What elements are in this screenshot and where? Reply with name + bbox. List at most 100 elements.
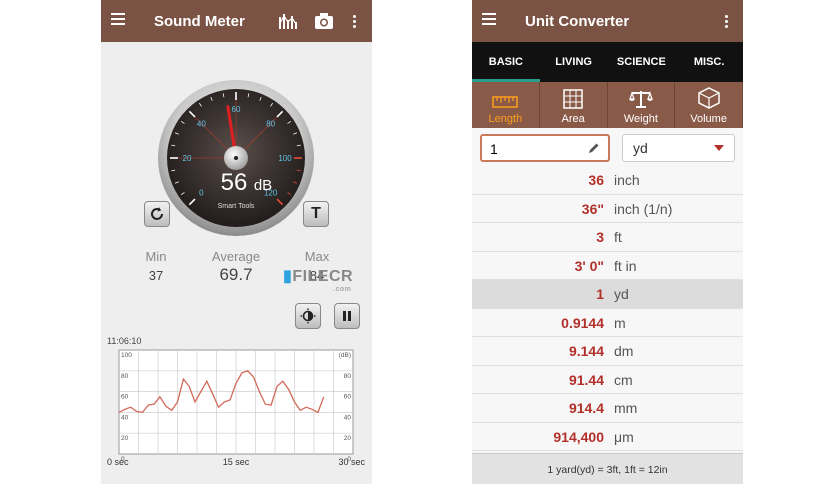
chart-settings-icon[interactable] — [277, 10, 299, 32]
app-title: Unit Converter — [525, 12, 630, 30]
average-value: 69.7 — [219, 265, 253, 284]
brightness-icon — [300, 308, 316, 324]
min-value: 37 — [148, 268, 164, 283]
average-label: Average — [211, 249, 261, 264]
category-volume[interactable]: Volume — [675, 82, 743, 128]
pencil-icon — [589, 143, 599, 153]
gauge-tick-label: 40 — [197, 119, 206, 128]
x-tick-label: 30 sec — [338, 457, 365, 467]
cube-icon — [697, 87, 720, 109]
unit-converter-screen: Unit Converter BASIC LIVING SCIENCE MISC… — [472, 0, 743, 484]
app-title: Sound Meter — [154, 12, 245, 30]
unit-select[interactable]: yd — [622, 134, 735, 162]
result-unit: μm — [614, 428, 634, 445]
unit-category-bar: Length Area Weight Volume — [472, 82, 743, 128]
gauge-tick-label: 100 — [278, 154, 292, 163]
result-row-selected[interactable]: 1 yd — [472, 280, 743, 309]
y-tick-label: 60 — [121, 394, 129, 401]
y-tick-label-right: 40 — [344, 414, 352, 421]
sound-meter-screen: Sound Meter 020 40 60 80 100 120 56 dB S… — [101, 0, 372, 484]
result-value: 91.44 — [568, 371, 604, 388]
overflow-menu-icon[interactable] — [353, 13, 356, 30]
gauge-tick-label: 80 — [266, 119, 275, 128]
y-tick-label-right: (dB) — [339, 352, 351, 359]
result-row[interactable]: 3' 0" ft in — [472, 252, 743, 280]
result-value: 1 — [596, 286, 604, 302]
gauge-tick-label: 60 — [232, 105, 241, 114]
hamburger-menu-icon[interactable] — [111, 10, 125, 28]
tab-basic[interactable]: BASIC — [472, 42, 540, 82]
category-length[interactable]: Length — [472, 82, 540, 128]
category-weight[interactable]: Weight — [608, 82, 676, 128]
result-value: 36 — [588, 172, 604, 188]
result-row[interactable]: 3 ft — [472, 223, 743, 252]
reset-button[interactable] — [144, 201, 170, 227]
min-stat: Min 37 — [133, 249, 179, 283]
watermark-sub: .com — [333, 286, 352, 293]
value-input[interactable]: 1 — [480, 134, 610, 162]
hamburger-menu-icon[interactable] — [482, 10, 496, 28]
ruler-icon — [492, 96, 519, 108]
max-label: Max — [304, 249, 330, 264]
brightness-button[interactable] — [295, 303, 321, 329]
category-tabs: BASIC LIVING SCIENCE MISC. — [472, 42, 743, 82]
refresh-icon — [151, 207, 163, 220]
result-value: 3' 0" — [574, 257, 604, 274]
result-value: 36" — [581, 200, 604, 217]
result-value: 914.4 — [568, 400, 604, 416]
result-unit: yd — [614, 286, 629, 302]
result-unit: inch — [614, 172, 640, 188]
camera-icon[interactable] — [313, 10, 335, 32]
calibrate-t-button[interactable]: T — [303, 201, 329, 227]
category-label: Volume — [690, 113, 727, 125]
conversion-input-row: 1 yd — [472, 128, 743, 166]
result-row[interactable]: 91.44 cm — [472, 366, 743, 394]
filecr-watermark: ▮FILECR .com — [283, 268, 354, 293]
scale-icon — [628, 91, 653, 108]
result-row[interactable]: 36" inch (1/n) — [472, 195, 743, 223]
result-row[interactable]: 914.4 mm — [472, 394, 743, 423]
min-label: Min — [145, 249, 167, 264]
gauge-tick-label: 20 — [183, 154, 192, 163]
tab-living[interactable]: LIVING — [540, 42, 608, 82]
result-row[interactable]: 36 inch — [472, 166, 743, 195]
pause-button[interactable] — [334, 303, 360, 329]
tab-misc[interactable]: MISC. — [675, 42, 743, 82]
dropdown-arrow-icon — [714, 145, 724, 151]
result-value: 3 — [596, 229, 604, 245]
category-label: Length — [488, 113, 523, 125]
gauge-unit: dB — [254, 177, 272, 194]
tab-science[interactable]: SCIENCE — [608, 42, 676, 82]
unit-converter-appbar: Unit Converter — [472, 0, 743, 42]
gauge-value: 56 — [221, 169, 248, 196]
result-unit: inch (1/n) — [614, 200, 673, 217]
category-area[interactable]: Area — [540, 82, 608, 128]
chart-time: 11:06:10 — [107, 336, 141, 346]
result-value: 0.9144 — [561, 314, 604, 331]
result-row[interactable]: 914,400 μm — [472, 423, 743, 451]
sound-meter-appbar: Sound Meter — [101, 0, 372, 42]
x-tick-label: 0 sec — [107, 457, 129, 467]
result-row[interactable]: 9.144 dm — [472, 337, 743, 366]
x-tick-label: 15 sec — [223, 457, 250, 467]
category-label: Area — [561, 113, 585, 125]
sound-level-gauge: 0 20 40 60 80 100 120 56 dB Smart Tools — [156, 78, 316, 238]
y-tick-label-right: 80 — [344, 373, 352, 380]
result-value: 914,400 — [553, 428, 604, 445]
value-input-text: 1 — [490, 141, 498, 157]
footnote-text: 1 yard(yd) = 3ft, 1ft = 12in — [547, 464, 668, 476]
result-unit: ft — [614, 229, 622, 245]
category-label: Weight — [623, 113, 658, 125]
result-row[interactable]: 0.9144 m — [472, 309, 743, 337]
result-unit: m — [614, 314, 626, 331]
unit-select-value: yd — [633, 140, 648, 156]
overflow-menu-icon[interactable] — [725, 13, 728, 30]
grid-icon — [563, 89, 583, 109]
gauge-tick-label: 0 — [199, 189, 204, 198]
y-tick-label-right: 20 — [344, 435, 352, 442]
y-tick-label: 40 — [121, 414, 129, 421]
y-tick-label-right: 60 — [344, 394, 352, 401]
result-unit: ft in — [614, 257, 637, 274]
y-tick-label: 20 — [121, 435, 129, 442]
result-unit: cm — [614, 371, 633, 388]
